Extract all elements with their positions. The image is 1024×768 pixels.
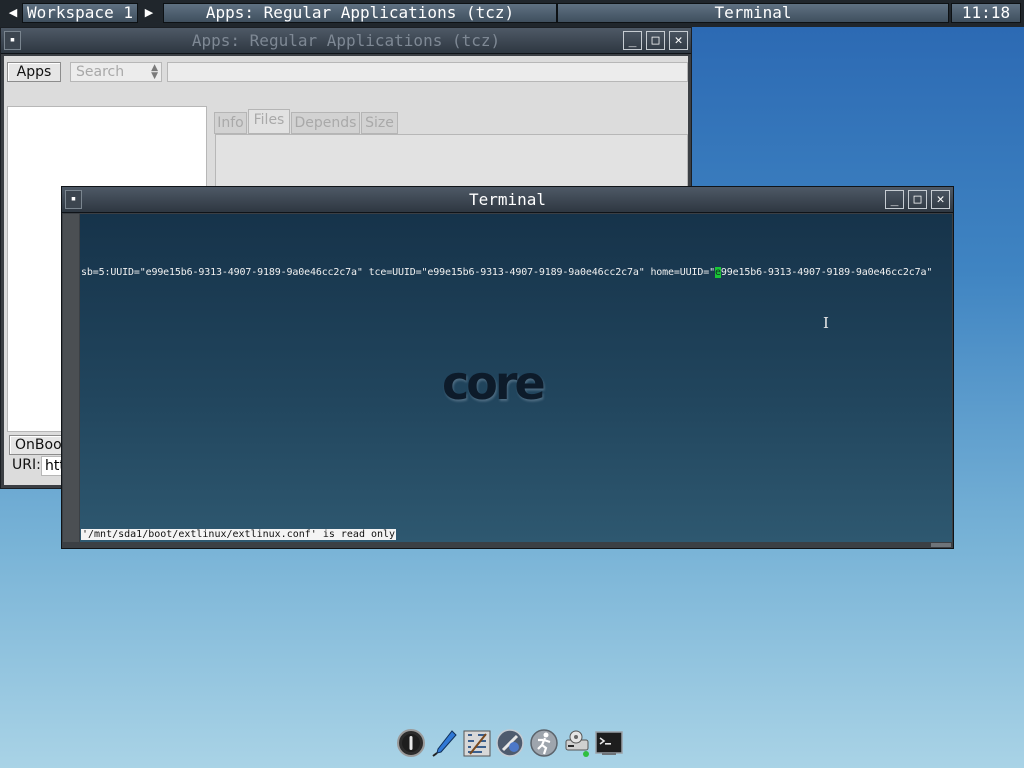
uri-label: URI: <box>12 457 41 473</box>
search-select-value: Search <box>76 64 125 80</box>
prev-workspace-icon[interactable]: ◀ <box>4 3 22 23</box>
terminal-window-title: Terminal <box>468 190 547 209</box>
search-input[interactable] <box>167 62 688 82</box>
close-icon[interactable]: ✕ <box>931 190 950 209</box>
terminal-icon[interactable] <box>594 728 624 758</box>
control-panel-icon[interactable] <box>462 728 492 758</box>
tab-size[interactable]: Size <box>361 112 398 134</box>
taskbar: ◀ Workspace 1 ▶ Apps: Regular Applicatio… <box>0 0 1024 27</box>
minimize-icon[interactable]: _ <box>623 31 642 50</box>
apps-titlebar[interactable]: ▪ Apps: Regular Applications (tcz) _ □ ✕ <box>1 28 691 54</box>
mount-tool-icon[interactable] <box>562 728 592 758</box>
terminal-body[interactable]: core sb=5:UUID="e99e15b6-9313-4907-9189-… <box>80 214 952 542</box>
resize-grip-icon[interactable] <box>931 543 951 547</box>
spinner-icon: ▲ ▼ <box>151 63 158 81</box>
close-icon[interactable]: ✕ <box>669 31 688 50</box>
search-select[interactable]: Search ▲ ▼ <box>70 62 162 82</box>
line-suffix: 99e15b6-9313-4907-9189-9a0e46cc2c7a" <box>720 267 933 278</box>
minimize-icon[interactable]: _ <box>885 190 904 209</box>
maximize-icon[interactable]: □ <box>646 31 665 50</box>
line-prefix: sb=5:UUID="e99e15b6-9313-4907-9189-9a0e4… <box>81 267 716 278</box>
tab-files[interactable]: Files <box>248 109 290 134</box>
core-logo: core <box>442 356 546 410</box>
terminal-bottom-border <box>62 542 953 548</box>
status-message: '/mnt/sda1/boot/extlinux/extlinux.conf' … <box>81 529 397 540</box>
task-terminal[interactable]: Terminal <box>557 3 949 23</box>
run-icon[interactable] <box>529 728 559 758</box>
apps-window-title: Apps: Regular Applications (tcz) <box>191 31 501 50</box>
ibeam-cursor-icon: I <box>823 314 829 332</box>
window-menu-icon[interactable]: ▪ <box>65 190 82 209</box>
task-apps[interactable]: Apps: Regular Applications (tcz) <box>163 3 557 23</box>
dock <box>394 726 630 762</box>
terminal-line: sb=5:UUID="e99e15b6-9313-4907-9189-9a0e4… <box>81 267 932 278</box>
apps-icon[interactable] <box>495 728 525 758</box>
workspace-name[interactable]: Workspace 1 <box>22 3 138 23</box>
power-icon[interactable] <box>396 728 426 758</box>
next-workspace-icon[interactable]: ▶ <box>140 3 158 23</box>
terminal-titlebar[interactable]: ▪ Terminal _ □ ✕ <box>62 187 953 213</box>
onboot-button[interactable]: OnBoot <box>9 435 69 455</box>
terminal-scrollbar[interactable] <box>63 214 79 542</box>
tab-info[interactable]: Info <box>214 112 247 134</box>
maximize-icon[interactable]: □ <box>908 190 927 209</box>
apps-button[interactable]: Apps <box>7 62 61 82</box>
clock: 11:18 <box>951 3 1021 23</box>
tab-depends[interactable]: Depends <box>291 112 360 134</box>
editor-icon[interactable] <box>430 728 460 758</box>
terminal-window: ▪ Terminal _ □ ✕ core sb=5:UUID="e99e15b… <box>61 186 954 549</box>
window-menu-icon[interactable]: ▪ <box>4 31 21 50</box>
